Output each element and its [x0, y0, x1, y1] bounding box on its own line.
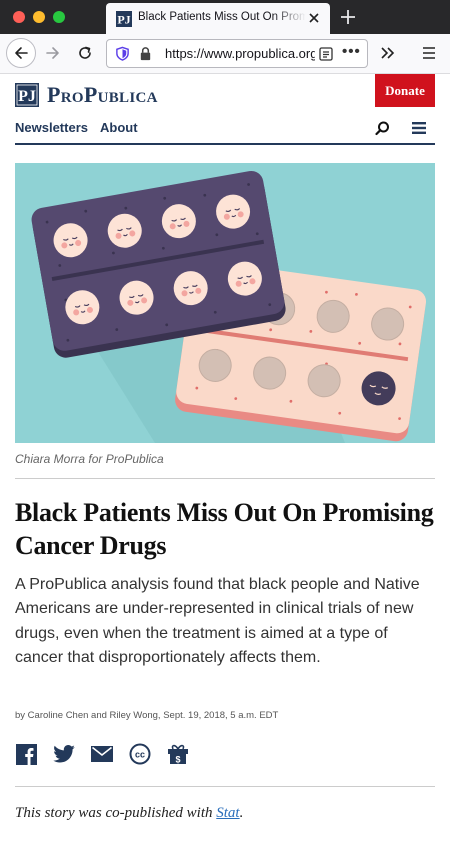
nav-newsletters[interactable]: Newsletters: [15, 120, 88, 135]
zoom-window-button[interactable]: [53, 11, 65, 23]
image-caption: Chiara Morra for ProPublica: [15, 452, 164, 466]
site-nav: Newsletters About: [15, 120, 138, 135]
pill-packs-illustration: [31, 170, 427, 443]
share-bar: cc $: [15, 743, 189, 765]
brand-name: ProPublica: [47, 82, 158, 107]
twitter-icon[interactable]: [53, 743, 75, 765]
propublica-logo[interactable]: PJ ProPublica: [15, 82, 158, 108]
app-menu-icon[interactable]: [420, 44, 438, 62]
header-divider: [15, 143, 435, 145]
svg-text:PJ: PJ: [117, 13, 130, 27]
browser-toolbar: https://www.propublica.org •••: [0, 34, 450, 74]
site-menu-icon[interactable]: [412, 122, 426, 134]
donate-button[interactable]: Donate: [375, 74, 435, 107]
caption-divider: [15, 478, 435, 479]
page-actions-button[interactable]: •••: [342, 43, 361, 60]
stat-link[interactable]: Stat: [216, 805, 239, 821]
hero-illustration: [15, 163, 435, 443]
tracking-protection-shield-icon[interactable]: [115, 46, 130, 61]
svg-text:$: $: [175, 755, 180, 765]
article-byline: by Caroline Chen and Riley Wong, Sept. 1…: [15, 710, 279, 721]
close-tab-icon[interactable]: [306, 10, 322, 26]
close-window-button[interactable]: [13, 11, 25, 23]
back-button[interactable]: [6, 38, 36, 68]
nav-about[interactable]: About: [100, 120, 138, 135]
minimize-window-button[interactable]: [33, 11, 45, 23]
forward-arrow-icon: [46, 47, 59, 59]
back-arrow-icon: [15, 47, 28, 59]
email-icon[interactable]: [91, 743, 113, 765]
address-bar[interactable]: https://www.propublica.org •••: [106, 39, 368, 68]
reader-view-icon[interactable]: [319, 47, 333, 61]
svg-text:PJ: PJ: [18, 88, 36, 105]
propublica-logo-mark-icon: PJ: [15, 83, 39, 107]
svg-text:cc: cc: [135, 750, 145, 760]
site-header: PJ ProPublica Donate Newsletters About: [0, 74, 450, 146]
article-dek: A ProPublica analysis found that black p…: [15, 576, 420, 666]
new-tab-icon[interactable]: [337, 6, 359, 28]
browser-titlebar: PJ Black Patients Miss Out On Promising …: [0, 0, 450, 34]
browser-tab[interactable]: PJ Black Patients Miss Out On Promising …: [106, 3, 330, 34]
facebook-icon[interactable]: [15, 743, 37, 765]
co-publish-prefix: This story was co-published with: [15, 805, 217, 821]
article-headline: Black Patients Miss Out On Promising Can…: [15, 498, 434, 560]
co-publish-suffix: .: [239, 805, 244, 821]
creative-commons-icon[interactable]: cc: [129, 743, 151, 765]
tab-title: Black Patients Miss Out On Promising Can…: [138, 11, 306, 23]
url-text: https://www.propublica.org: [165, 46, 315, 61]
co-publish-note: This story was co-published with Stat.: [15, 805, 243, 822]
propublica-favicon-icon: PJ: [116, 11, 132, 27]
reload-button[interactable]: [70, 38, 100, 68]
reload-icon: [79, 46, 91, 59]
overflow-chevron-icon[interactable]: [378, 43, 398, 63]
forward-button[interactable]: [38, 38, 68, 68]
search-icon[interactable]: [375, 121, 390, 136]
share-divider: [15, 786, 435, 787]
gift-icon[interactable]: $: [167, 743, 189, 765]
lock-icon[interactable]: [138, 46, 153, 61]
